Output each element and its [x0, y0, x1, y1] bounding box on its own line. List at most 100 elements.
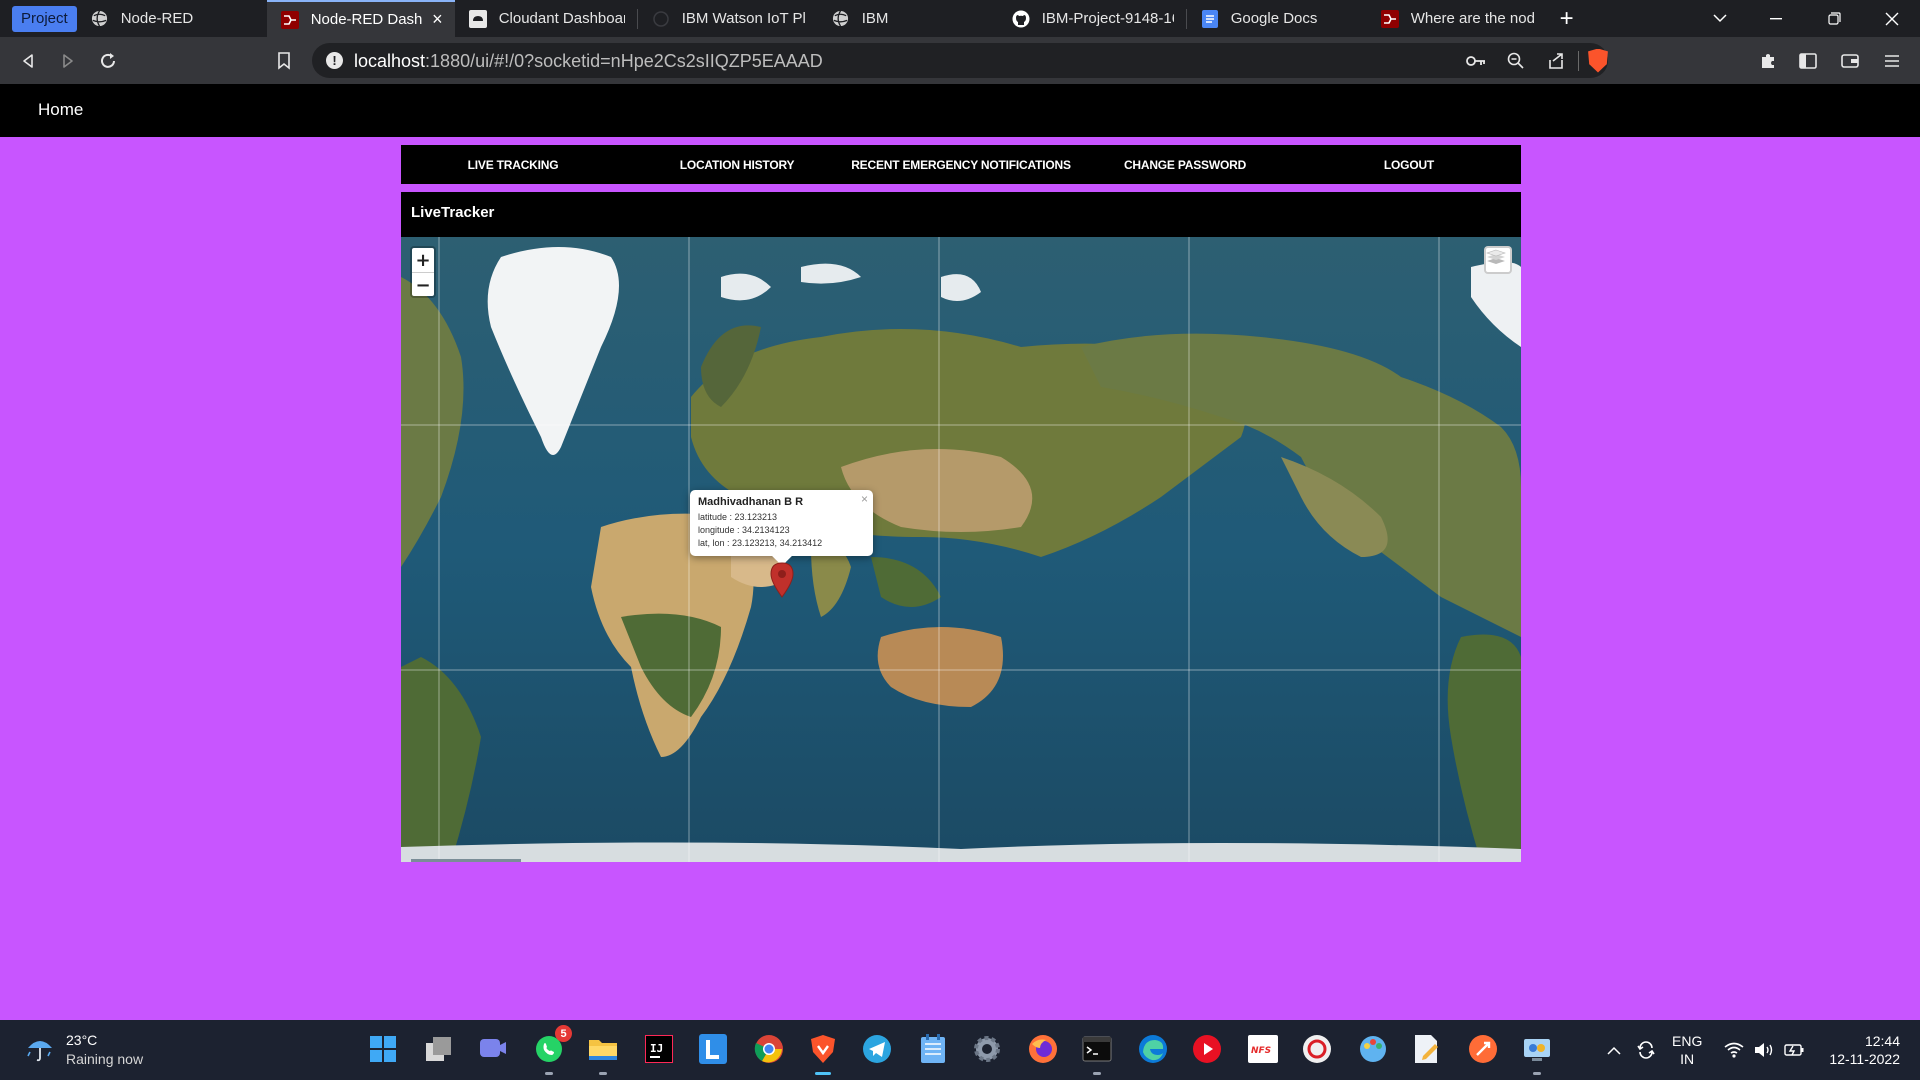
firefox-button[interactable]: [1026, 1032, 1060, 1066]
zoom-in-button[interactable]: +: [412, 248, 434, 273]
tab-ibm[interactable]: IBM: [818, 0, 998, 37]
sync-tray-button[interactable]: [1632, 1020, 1660, 1080]
bookmark-icon: [278, 51, 290, 70]
l-app-icon: [699, 1034, 727, 1064]
nav-live-tracking[interactable]: LIVE TRACKING: [401, 145, 625, 184]
tab-cloudant[interactable]: Cloudant Dashboard: [455, 0, 637, 37]
chat-icon: [480, 1039, 506, 1057]
intellij-icon: IJ: [645, 1035, 673, 1063]
tab-title: Where are the node-r: [1410, 10, 1535, 27]
url-host: localhost: [354, 51, 426, 71]
wifi-icon: [1724, 1042, 1744, 1058]
nfs-game-button[interactable]: NFS: [1246, 1032, 1280, 1066]
intellij-button[interactable]: IJ: [642, 1032, 676, 1066]
share-button[interactable]: [1538, 43, 1574, 78]
notification-badge: 5: [555, 1025, 572, 1042]
ibm-watson-icon: [652, 10, 670, 28]
new-tab-button[interactable]: +: [1547, 0, 1587, 37]
nfs-game-icon: NFS: [1248, 1035, 1278, 1063]
rain-umbrella-icon: [27, 1041, 52, 1062]
bookmark-button[interactable]: [264, 37, 304, 84]
telegram-button[interactable]: [860, 1032, 894, 1066]
zoom-button[interactable]: [1498, 43, 1534, 78]
whatsapp-button[interactable]: 5: [532, 1025, 572, 1075]
start-button[interactable]: [366, 1032, 400, 1066]
sync-icon: [1637, 1041, 1655, 1059]
tab-ibm-watson[interactable]: IBM Watson IoT Platf: [638, 0, 818, 37]
firefox-icon: [1029, 1035, 1057, 1063]
volume-tray-button[interactable]: [1750, 1020, 1778, 1080]
windows-taskbar: 23°C Raining now 5 IJ NFS ENG IN 12:44 1…: [0, 1020, 1920, 1080]
running-indicator: [545, 1072, 553, 1075]
nav-recent-emergency-notifications[interactable]: RECENT EMERGENCY NOTIFICATIONS: [849, 145, 1073, 184]
reload-button[interactable]: [88, 37, 128, 84]
nav-change-password[interactable]: CHANGE PASSWORD: [1073, 145, 1297, 184]
snip-tool-button[interactable]: [1410, 1032, 1444, 1066]
close-icon: [1885, 12, 1899, 25]
node-red-icon: [1380, 9, 1399, 28]
edge-button[interactable]: [1136, 1032, 1170, 1066]
terminal-button[interactable]: [1080, 1032, 1114, 1075]
popup-close-button[interactable]: ×: [861, 492, 868, 506]
nav-location-history[interactable]: LOCATION HISTORY: [625, 145, 849, 184]
minimize-button[interactable]: [1748, 0, 1804, 37]
play-icon: [1193, 1035, 1221, 1063]
weather-widget[interactable]: 23°C Raining now: [24, 1032, 143, 1067]
paint-button[interactable]: [1356, 1032, 1390, 1066]
satellite-map-tiles: [401, 237, 1521, 862]
wifi-tray-button[interactable]: [1720, 1020, 1748, 1080]
brave-shields-button[interactable]: [1580, 43, 1616, 78]
back-button[interactable]: [8, 37, 48, 84]
url-text[interactable]: localhost:1880/ui/#!/0?socketid=nHpe2Cs2…: [354, 51, 823, 72]
file-explorer-button[interactable]: [586, 1032, 620, 1075]
wallet-button[interactable]: [1830, 37, 1870, 84]
nav-logout[interactable]: LOGOUT: [1297, 145, 1521, 184]
zoom-out-button[interactable]: −: [412, 273, 434, 298]
battery-tray-button[interactable]: [1780, 1020, 1808, 1080]
sidebar-button[interactable]: [1788, 37, 1828, 84]
brave-button[interactable]: [806, 1032, 840, 1075]
location-marker[interactable]: [770, 562, 794, 598]
l-app-button[interactable]: [696, 1032, 730, 1066]
restore-button[interactable]: [1806, 0, 1862, 37]
teams-chat-button[interactable]: [476, 1032, 510, 1066]
tab-node-red[interactable]: Node-RED: [77, 0, 267, 37]
world-map[interactable]: + − × Madhivadhanan B R latitude : 23.12…: [401, 237, 1521, 862]
system-clock[interactable]: 12:44 12-11-2022: [1820, 1032, 1900, 1068]
settings-button[interactable]: [970, 1032, 1004, 1066]
chrome-button[interactable]: [752, 1032, 786, 1066]
reload-icon: [101, 52, 115, 68]
tab-github[interactable]: IBM-Project-9148-16: [998, 0, 1186, 37]
tab-title: IBM-Project-9148-16: [1041, 10, 1174, 27]
popup-longitude: longitude : 34.2134123: [698, 525, 790, 535]
tab-search-button[interactable]: [1692, 0, 1748, 37]
tab-node-red-dashboard[interactable]: Node-RED Dashb ×: [266, 0, 455, 37]
media-player-button[interactable]: [1190, 1032, 1224, 1066]
terminal-icon: [1082, 1036, 1112, 1062]
address-bar[interactable]: ! localhost:1880/ui/#!/0?socketid=nHpe2C…: [312, 43, 1608, 78]
close-window-button[interactable]: [1864, 0, 1920, 37]
forward-button[interactable]: [48, 37, 88, 84]
creative-cloud-button[interactable]: [1300, 1032, 1334, 1066]
layers-button[interactable]: [1484, 246, 1512, 274]
edge-icon: [1139, 1035, 1167, 1063]
show-hidden-icons-button[interactable]: [1600, 1020, 1628, 1080]
chevron-up-icon: [1607, 1046, 1621, 1055]
browser-menu-button[interactable]: [1872, 37, 1912, 84]
tab-close-icon[interactable]: ×: [432, 9, 443, 30]
running-indicator: [599, 1072, 607, 1075]
weather-description: Raining now: [66, 1051, 144, 1067]
password-key-button[interactable]: [1458, 43, 1494, 78]
task-view-button[interactable]: [422, 1032, 456, 1066]
notepad-button[interactable]: [916, 1032, 950, 1066]
extensions-button[interactable]: [1748, 37, 1788, 84]
input-language-indicator[interactable]: ENG IN: [1672, 1032, 1702, 1068]
tab-title: Node-RED: [120, 10, 194, 27]
snipping-app-button[interactable]: [1520, 1032, 1554, 1075]
tab-google-docs[interactable]: Google Docs: [1187, 0, 1367, 37]
tab-node-red-question[interactable]: Where are the node-r: [1367, 0, 1547, 37]
gear-icon: [974, 1036, 1000, 1062]
site-info-icon[interactable]: !: [326, 52, 343, 69]
tab-group-chip[interactable]: Project: [12, 5, 77, 32]
postman-button[interactable]: [1466, 1032, 1500, 1066]
